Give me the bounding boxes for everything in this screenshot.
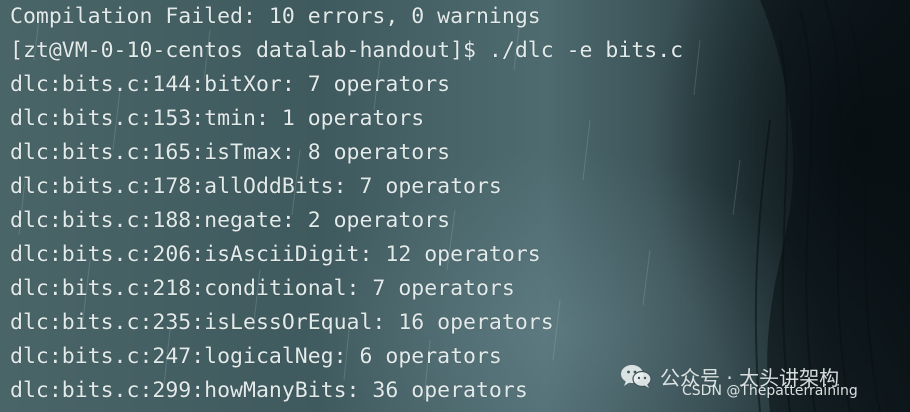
terminal-window[interactable]: Compilation Failed: 10 errors, 0 warning… (0, 0, 910, 412)
output-line-islessorequal: dlc:bits.c:235:isLessOrEqual: 16 operato… (10, 310, 554, 335)
terminal-output: Compilation Failed: 10 errors, 0 warning… (10, 0, 683, 408)
output-line-isasciidigit: dlc:bits.c:206:isAsciiDigit: 12 operator… (10, 242, 541, 267)
compile-status-line: Compilation Failed: 10 errors, 0 warning… (10, 4, 541, 29)
wechat-icon (621, 365, 652, 388)
output-line-istmax: dlc:bits.c:165:isTmax: 8 operators (10, 140, 451, 165)
output-line-conditional: dlc:bits.c:218:conditional: 7 operators (10, 276, 515, 301)
output-line-negate: dlc:bits.c:188:negate: 2 operators (10, 208, 451, 233)
command-prompt-line: [zt@VM-0-10-centos datalab-handout]$ ./d… (10, 38, 684, 63)
output-line-alloddbits: dlc:bits.c:178:allOddBits: 7 operators (10, 174, 502, 199)
output-line-tmin: dlc:bits.c:153:tmin: 1 operators (10, 106, 425, 131)
output-line-bitxor: dlc:bits.c:144:bitXor: 7 operators (10, 72, 451, 97)
output-line-logicalneg: dlc:bits.c:247:logicalNeg: 6 operators (10, 344, 502, 369)
output-line-howmanybits: dlc:bits.c:299:howManyBits: 36 operators (10, 378, 528, 403)
csdn-watermark: CSDN @Thepatterraining (682, 383, 858, 399)
